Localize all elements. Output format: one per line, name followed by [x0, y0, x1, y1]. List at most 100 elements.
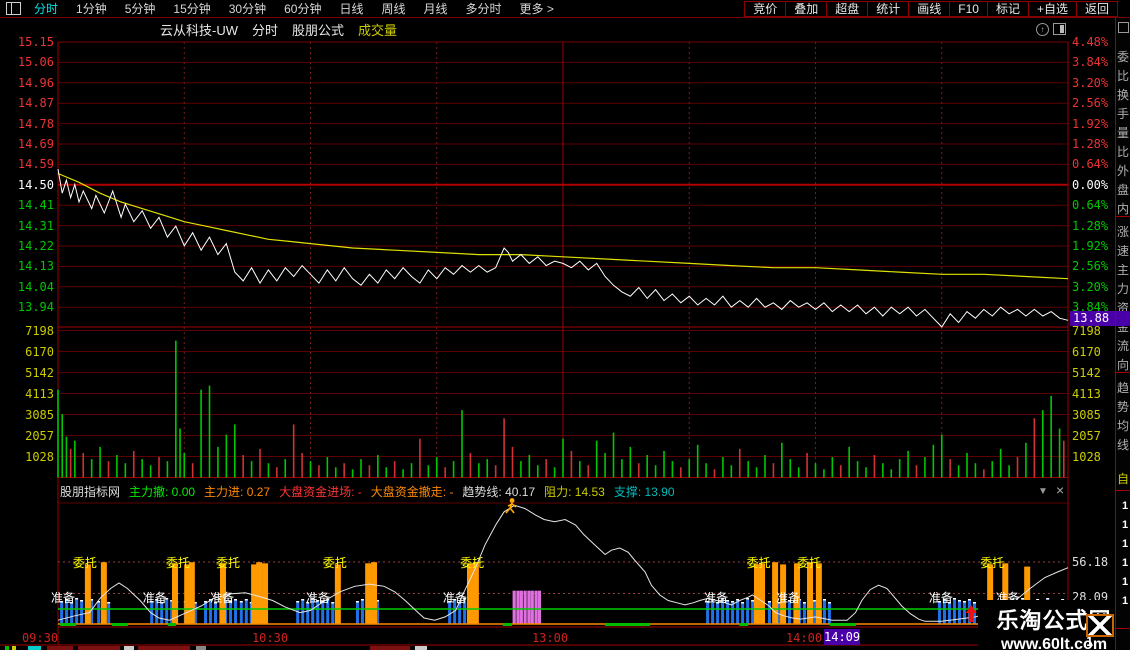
toolbar-button-0[interactable]: 竞价: [744, 1, 786, 17]
split-pane-icon[interactable]: [1053, 23, 1066, 35]
zhunbei-label: 准备: [140, 591, 170, 605]
panel-glyph: 涨: [1117, 223, 1129, 240]
panel-glyph: 比: [1117, 67, 1129, 84]
weituo-label: 委托: [213, 556, 243, 570]
timeshare-chart-canvas[interactable]: [0, 0, 1130, 650]
price-axis-label: 14.04: [0, 280, 54, 294]
statusbar-fragment: [47, 646, 73, 650]
volume-axis-label: 4113: [0, 387, 54, 401]
percent-axis-label: 3.84%: [1072, 55, 1117, 69]
period-menu-item-1[interactable]: 1分钟: [67, 0, 116, 17]
formula-name[interactable]: 股朋公式: [292, 20, 344, 39]
corner-hatch-button[interactable]: [1086, 614, 1114, 637]
statusbar-fragment: [12, 646, 16, 650]
weituo-label: 委托: [163, 556, 193, 570]
percent-axis-label: 1.28%: [1072, 219, 1117, 233]
indicator-header-item-4: 大盘资金撤走: -: [371, 483, 454, 500]
price-axis-label: 14.87: [0, 96, 54, 110]
percent-axis-label: 3.20%: [1072, 76, 1117, 90]
percent-axis-label: 0.64%: [1072, 198, 1117, 212]
toolbar-button-7[interactable]: +自选: [1028, 1, 1077, 17]
panel-glyph: 1: [1122, 557, 1128, 569]
panel-glyph: 势: [1117, 398, 1129, 415]
expand-up-icon[interactable]: ↑: [1036, 23, 1049, 36]
percent-axis-label: 0.00%: [1072, 178, 1117, 192]
indicator-dropdown-arrow-icon[interactable]: ▼: [1038, 486, 1048, 497]
panel-glyph: 内: [1117, 200, 1129, 217]
period-menu-item-2[interactable]: 5分钟: [116, 0, 165, 17]
price-axis-label: 14.59: [0, 157, 54, 171]
price-axis-label: 13.94: [0, 300, 54, 314]
zhunbei-label: 准备: [48, 591, 78, 605]
panel-divider: [1116, 372, 1130, 373]
panel-glyph: 线: [1117, 436, 1129, 453]
statusbar-fragment: [196, 646, 206, 650]
toolbar-button-4[interactable]: 画线: [908, 1, 950, 17]
toolbar-button-2[interactable]: 超盘: [826, 1, 868, 17]
statusbar-fragment: [28, 646, 41, 650]
toolbar-buttons: 竞价叠加超盘统计画线F10标记+自选返回: [745, 1, 1118, 17]
period-menu-item-9[interactable]: 多分时: [457, 0, 511, 17]
indicator-header-item-3: 大盘资金进场: -: [279, 483, 362, 500]
indicator-close-icon[interactable]: ×: [1056, 482, 1064, 498]
panel-glyph: 换: [1117, 86, 1129, 103]
period-menu-item-7[interactable]: 周线: [372, 0, 414, 17]
toolbar-button-1[interactable]: 叠加: [785, 1, 827, 17]
time-axis-label: 14:00: [779, 631, 829, 645]
price-axis-label: 14.31: [0, 219, 54, 233]
panel-glyph: 主: [1117, 261, 1129, 278]
panel-glyph: 1: [1122, 538, 1128, 550]
price-axis-label: 14.96: [0, 76, 54, 90]
toolbar-button-5[interactable]: F10: [949, 1, 988, 17]
percent-axis-label: 4.48%: [1072, 35, 1117, 49]
corner-partial-text: 1: [1086, 635, 1093, 649]
price-axis-label: 14.50: [0, 178, 54, 192]
zhunbei-label: 准备: [773, 591, 803, 605]
volume-axis-label: 3085: [1072, 408, 1117, 422]
zhunbei-label: 准备: [303, 591, 333, 605]
panel-glyph: 流: [1117, 337, 1129, 354]
zhunbei-label: 准备: [701, 591, 731, 605]
period-menu-item-3[interactable]: 15分钟: [164, 0, 219, 17]
panel-glyph: 外: [1117, 162, 1129, 179]
percent-axis-label: 2.56%: [1072, 259, 1117, 273]
panel-glyph: 1: [1122, 500, 1128, 512]
volume-axis-label: 4113: [1072, 387, 1117, 401]
period-menu-item-10[interactable]: 更多 >: [511, 0, 563, 17]
statusbar-fragment: [5, 646, 9, 650]
price-axis-label: 14.22: [0, 239, 54, 253]
period-menu-item-0[interactable]: 分时: [25, 0, 67, 17]
zhunbei-label: 准备: [440, 591, 470, 605]
toolbar-button-6[interactable]: 标记: [987, 1, 1029, 17]
price-axis-label: 14.41: [0, 198, 54, 212]
panel-glyph: 量: [1117, 124, 1129, 141]
weituo-label: 委托: [70, 556, 100, 570]
person-marker-icon: [506, 498, 516, 513]
period-menu-item-5[interactable]: 60分钟: [275, 0, 330, 17]
weituo-label: 委托: [744, 556, 774, 570]
toolbar-button-8[interactable]: 返回: [1076, 1, 1118, 17]
panel-corner-icon[interactable]: [1118, 22, 1129, 33]
period-menu-item-4[interactable]: 30分钟: [220, 0, 275, 17]
right-side-panel[interactable]: 委比换手量比外盘内涨速主力资金流向趋势均线自111111: [1115, 18, 1130, 650]
time-axis-label: 09:30: [15, 631, 65, 645]
volume-indicator-label[interactable]: 成交量: [358, 20, 397, 39]
zhunbei-label: 准备: [926, 591, 956, 605]
time-axis-label: 13:00: [525, 631, 575, 645]
volume-axis-label: 7198: [0, 324, 54, 338]
period-menu-item-6[interactable]: 日线: [330, 0, 372, 17]
toolbar-button-3[interactable]: 统计: [867, 1, 909, 17]
panel-glyph: 向: [1117, 356, 1129, 373]
panel-glyph: 趋: [1117, 379, 1129, 396]
statusbar-fragment: [124, 646, 134, 650]
weituo-label: 委托: [320, 556, 350, 570]
volume-axis-label: 1028: [0, 450, 54, 464]
period-menu-item-8[interactable]: 月线: [415, 0, 457, 17]
price-axis-label: 14.78: [0, 117, 54, 131]
window-pane-icon[interactable]: [6, 2, 21, 15]
indicator-header-item-6: 阻力: 14.53: [544, 483, 605, 500]
panel-divider: [1116, 490, 1130, 491]
panel-glyph: 盘: [1117, 181, 1129, 198]
statusbar-fragment: [415, 646, 427, 650]
volume-axis-label: 1028: [1072, 450, 1117, 464]
